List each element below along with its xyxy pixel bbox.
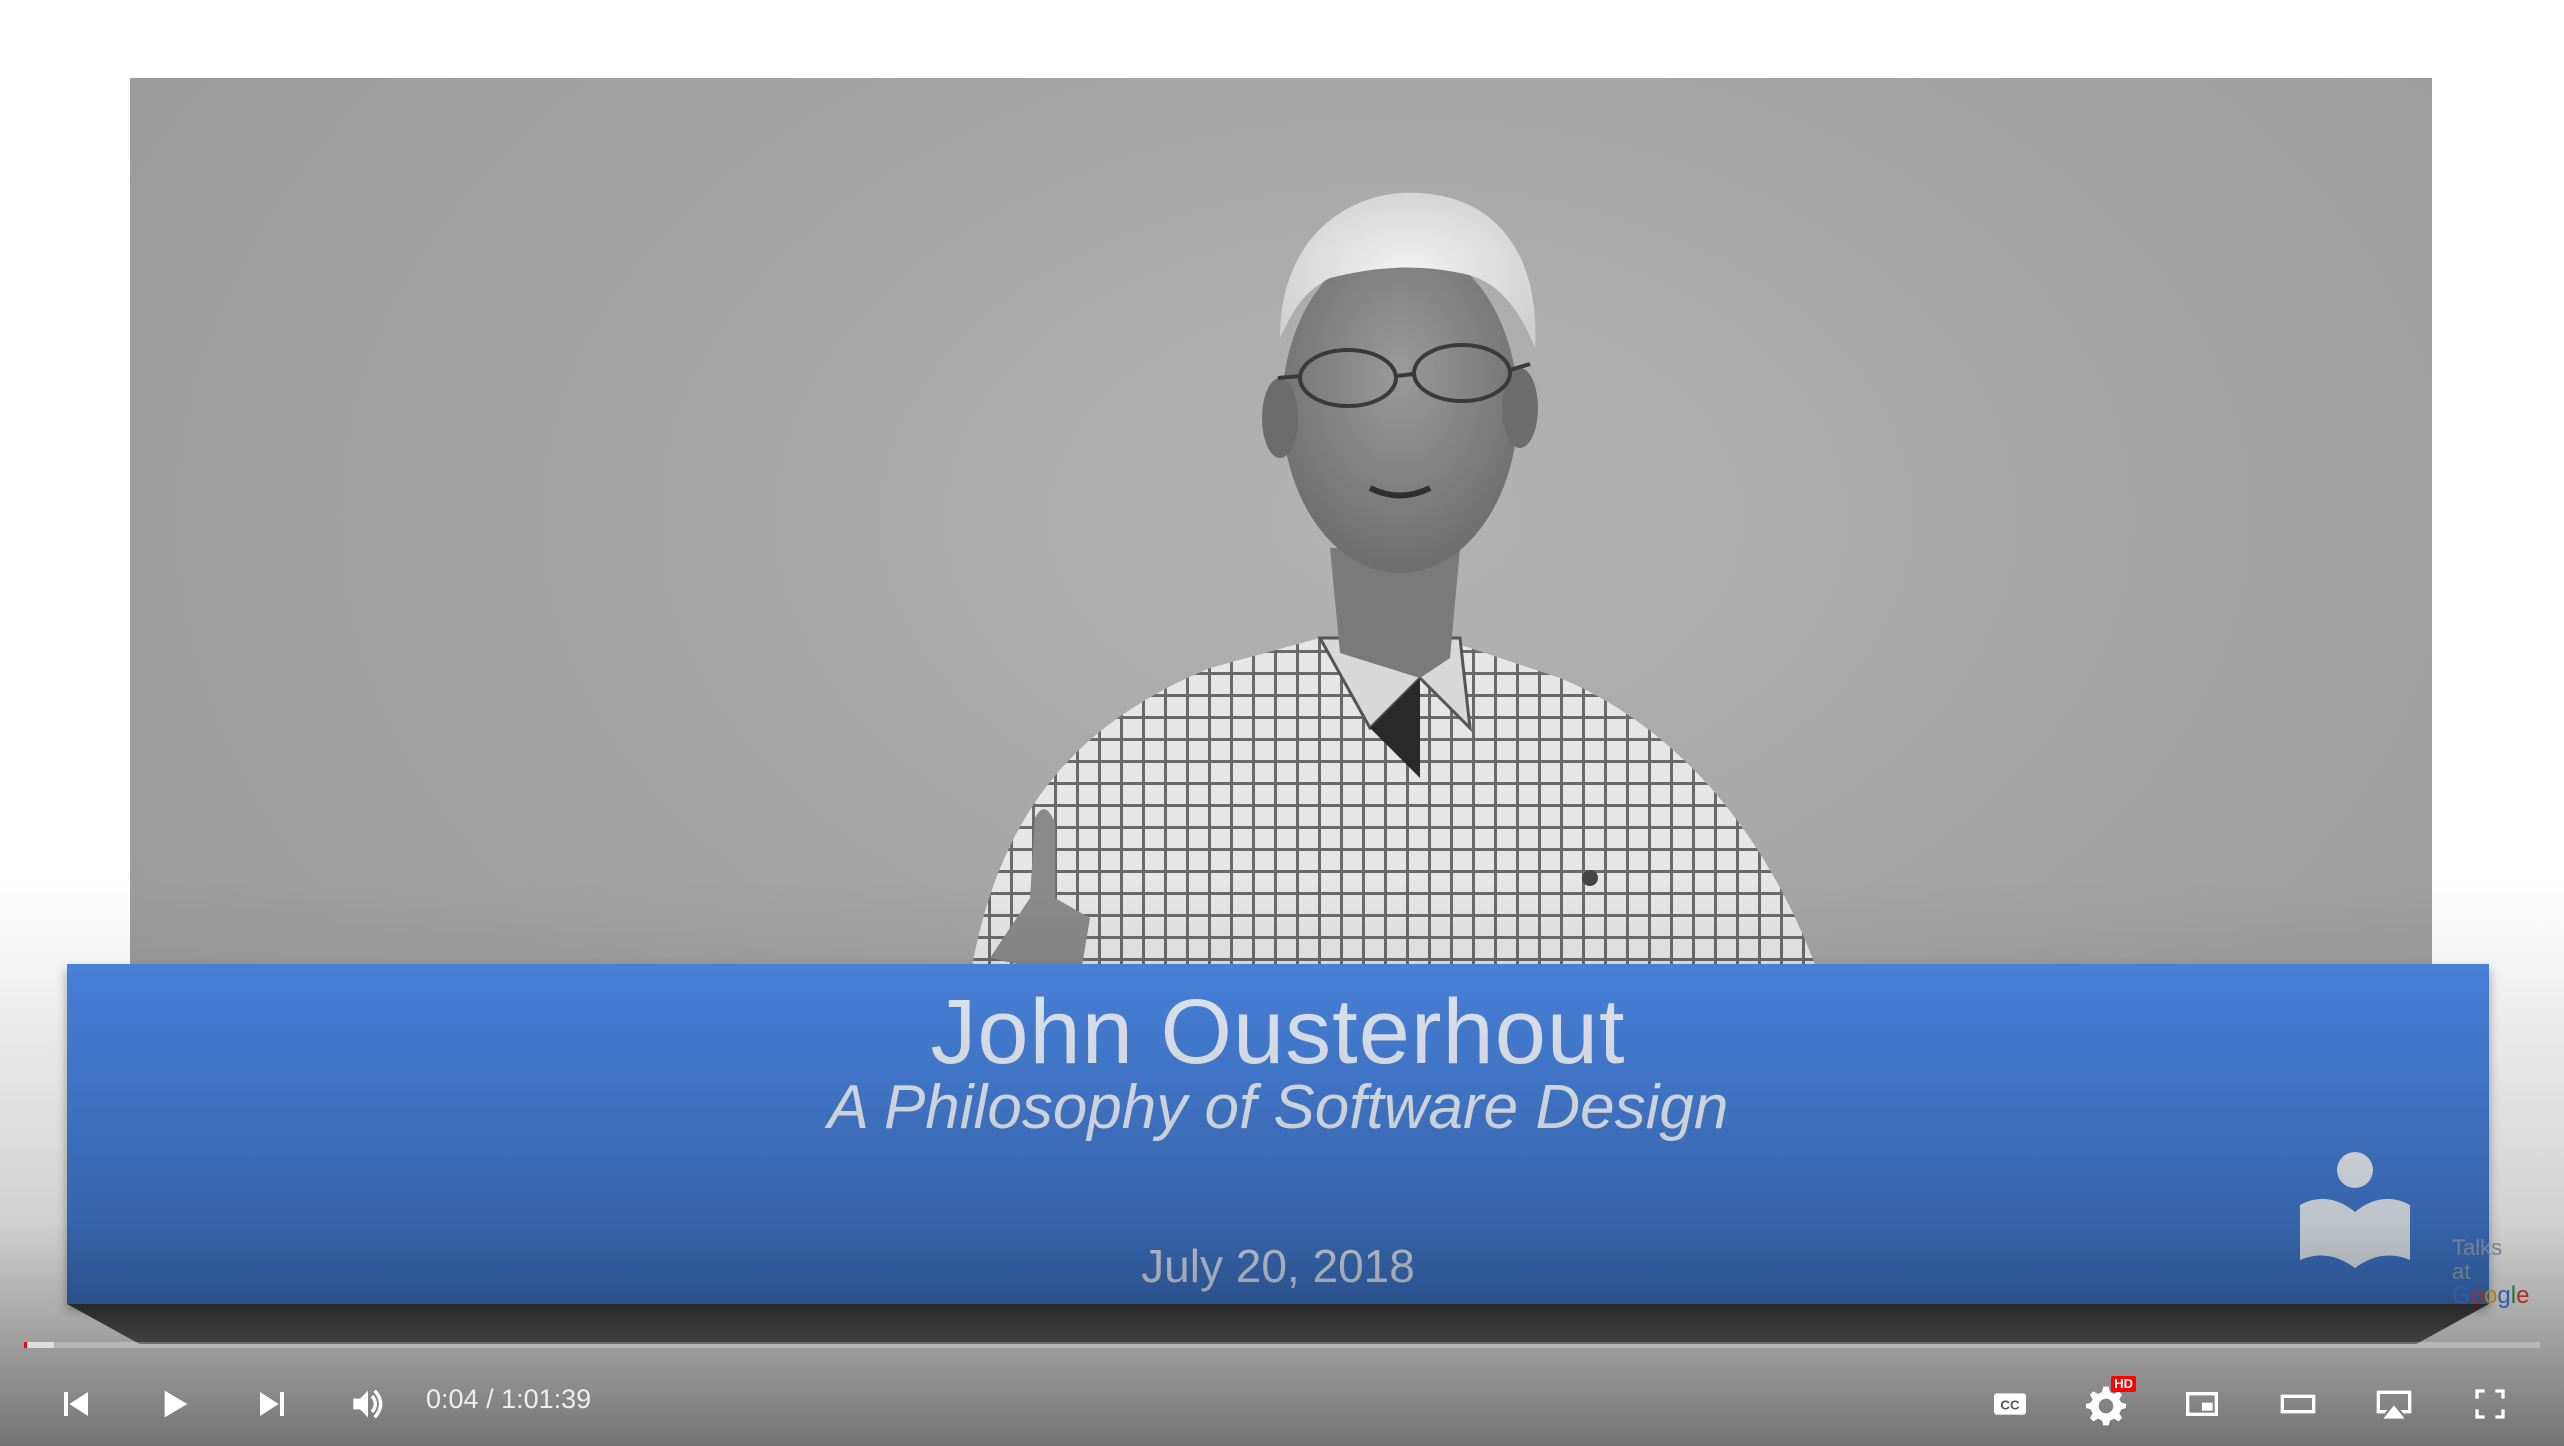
settings-button[interactable]: HD — [2074, 1372, 2138, 1436]
play-button[interactable] — [142, 1372, 206, 1436]
play-icon — [164, 1390, 188, 1418]
volume-button[interactable] — [336, 1372, 400, 1436]
previous-icon — [64, 1392, 88, 1416]
theater-mode-icon — [2280, 1394, 2316, 1414]
progress-loaded — [24, 1342, 55, 1348]
wordmark-talks: Talks — [2452, 1235, 2503, 1260]
captions-icon: CC — [1994, 1393, 2026, 1415]
volume-icon — [353, 1389, 383, 1419]
time-separator: / — [478, 1384, 502, 1414]
time-display: 0:04 / 1:01:39 — [426, 1384, 591, 1415]
progress-played — [24, 1342, 27, 1348]
miniplayer-button[interactable] — [2170, 1372, 2234, 1436]
talks-at-google-logo-icon — [2300, 1152, 2410, 1268]
miniplayer-icon — [2186, 1392, 2218, 1416]
video-player[interactable]: John Ousterhout A Philosophy of Software… — [0, 0, 2564, 1446]
wordmark-at: at — [2452, 1259, 2471, 1284]
theater-mode-button[interactable] — [2266, 1372, 2330, 1436]
captions-button[interactable]: CC — [1978, 1372, 2042, 1436]
title-banner: John Ousterhout A Philosophy of Software… — [67, 964, 2489, 1304]
hd-badge: HD — [2111, 1376, 2136, 1392]
progress-bar[interactable] — [24, 1342, 2540, 1348]
banner-shadow — [67, 1304, 2489, 1344]
channel-wordmark: Talks at Google — [2452, 1236, 2529, 1308]
previous-button[interactable] — [44, 1372, 108, 1436]
current-time: 0:04 — [426, 1384, 479, 1414]
speaker-name: John Ousterhout — [930, 981, 1626, 1083]
airplay-icon — [2376, 1390, 2412, 1419]
svg-text:CC: CC — [2000, 1397, 2020, 1412]
fullscreen-button[interactable] — [2458, 1372, 2522, 1436]
talk-title: A Philosophy of Software Design — [827, 1073, 1729, 1142]
duration: 1:01:39 — [501, 1384, 592, 1414]
control-bar: 0:04 / 1:01:39 CC HD — [0, 1360, 2564, 1446]
fullscreen-icon — [2475, 1389, 2505, 1419]
next-button[interactable] — [240, 1372, 304, 1436]
next-icon — [260, 1392, 284, 1416]
wordmark-google: Google — [2452, 1282, 2530, 1309]
talk-date: July 20, 2018 — [1141, 1240, 1415, 1292]
airplay-button[interactable] — [2362, 1372, 2426, 1436]
